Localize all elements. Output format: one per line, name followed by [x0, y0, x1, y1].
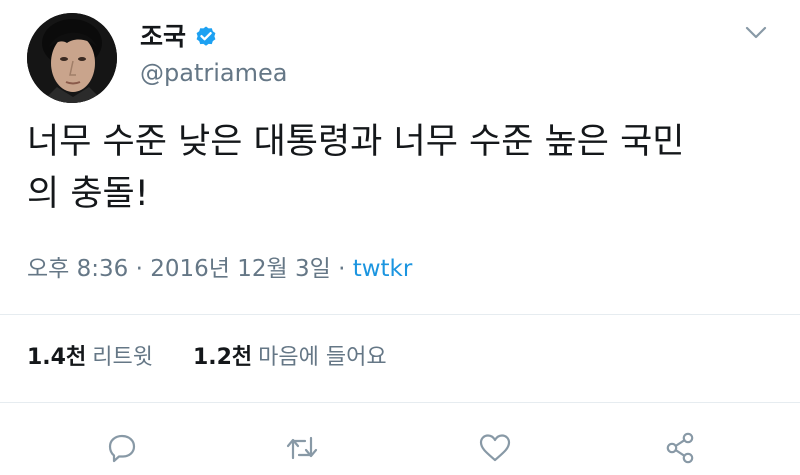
tweet-source-link[interactable]: twtkr — [353, 256, 413, 282]
share-icon — [666, 432, 694, 464]
tweet-time[interactable]: 오후 8:36 — [27, 256, 128, 282]
tweet-meta: 오후 8:36 · 2016년 12월 3일 · twtkr — [27, 254, 412, 284]
display-name[interactable]: 조국 — [140, 20, 186, 54]
reply-icon — [108, 434, 136, 463]
tweet-text-line-1: 너무 수준 낮은 대통령과 너무 수준 높은 국민 — [27, 122, 685, 162]
retweet-count-link[interactable]: 1.4천 리트윗 — [27, 343, 153, 373]
user-handle[interactable]: @patriamea — [140, 58, 287, 88]
heart-icon — [479, 434, 511, 462]
retweet-icon — [286, 436, 318, 460]
retweet-button[interactable] — [282, 428, 322, 468]
display-name-row[interactable]: 조국 — [140, 20, 218, 54]
share-button[interactable] — [660, 428, 700, 468]
verified-badge-icon — [194, 25, 218, 49]
tweet-date[interactable]: 2016년 12월 3일 — [150, 256, 331, 282]
meta-separator: · — [338, 256, 346, 282]
action-bar — [0, 428, 800, 472]
divider — [0, 314, 800, 315]
retweet-label: 리트윗 — [92, 345, 153, 370]
chevron-down-icon[interactable] — [742, 22, 770, 42]
tweet-text: 너무 수준 낮은 대통령과 너무 수준 높은 국민 의 충돌! — [27, 116, 777, 220]
avatar[interactable] — [27, 13, 117, 103]
meta-separator: · — [135, 256, 143, 282]
reply-button[interactable] — [102, 428, 142, 468]
divider — [0, 402, 800, 403]
tweet-text-line-2: 의 충돌! — [27, 174, 149, 214]
like-button[interactable] — [475, 428, 515, 468]
tweet-stats: 1.4천 리트윗 1.2천 마음에 들어요 — [27, 343, 387, 373]
like-count-link[interactable]: 1.2천 마음에 들어요 — [193, 343, 387, 373]
like-label: 마음에 들어요 — [258, 345, 387, 370]
retweet-count: 1.4천 — [27, 345, 87, 370]
like-count: 1.2천 — [192, 345, 253, 370]
